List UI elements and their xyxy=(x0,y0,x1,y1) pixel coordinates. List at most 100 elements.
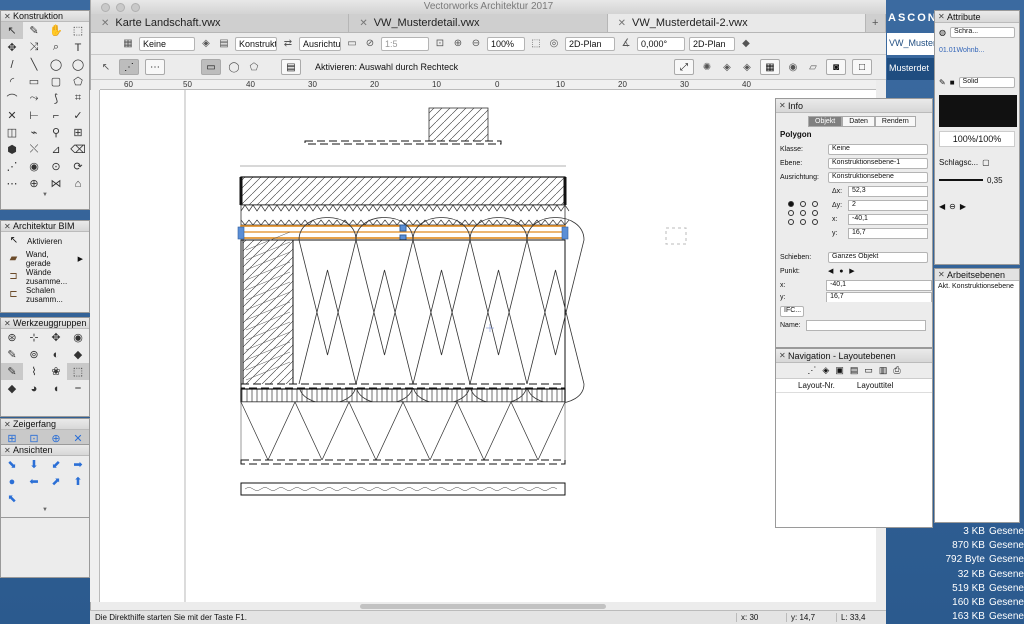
tab-vw-musterdetail[interactable]: ✕ VW_Musterdetail.vwx xyxy=(349,14,608,32)
trim-tool-icon[interactable]: ⊿ xyxy=(45,141,67,158)
reference-point-grid[interactable] xyxy=(788,201,821,225)
bim-tool-aktivieren[interactable]: ↖ Aktivieren xyxy=(1,232,89,250)
tab-objekt[interactable]: Objekt xyxy=(808,116,843,127)
snap-tool-icon[interactable]: ⊕ xyxy=(23,175,45,192)
close-icon[interactable]: ✕ xyxy=(4,419,11,430)
fasteners-group-icon[interactable]: ⬚ xyxy=(67,363,89,380)
zoom-in-icon[interactable]: ⊕ xyxy=(451,37,465,51)
pan-tool-icon[interactable]: ✋ xyxy=(45,22,67,39)
multi-select-mode-button[interactable]: ⋯ xyxy=(145,59,165,75)
file-row[interactable]: 163 KB Gesene xyxy=(936,611,1024,624)
white-square-icon[interactable]: □ xyxy=(852,59,872,75)
offset-tool-icon[interactable]: ⊞ xyxy=(67,124,89,141)
layer-icon[interactable]: ◈ xyxy=(199,37,213,51)
close-icon[interactable]: ✕ xyxy=(4,221,11,232)
x-field[interactable]: -40,1 xyxy=(848,213,928,225)
locus-tool-icon[interactable]: ⚲ xyxy=(45,124,67,141)
fillet-tool-icon[interactable]: ◫ xyxy=(1,124,23,141)
info-palette-title[interactable]: ✕ Info xyxy=(776,99,932,113)
render-icon[interactable]: ◆ xyxy=(739,37,753,51)
landscape-group-icon[interactable]: ❀ xyxy=(45,363,67,380)
class-select[interactable]: Keine xyxy=(139,36,195,51)
point-x-field[interactable]: -40,1 xyxy=(826,279,932,291)
bim-tool-schalen-zusammen[interactable]: ⊏ Schalen zusamm... xyxy=(1,286,89,304)
line-tool-icon[interactable]: / xyxy=(1,56,23,73)
polygon-tool-icon[interactable]: ⬠ xyxy=(67,73,89,90)
text-tool-icon[interactable]: T xyxy=(67,39,89,56)
rounded-rect-tool-icon[interactable]: ▢ xyxy=(45,73,67,90)
konstruktion-palette-title[interactable]: ✕ Konstruktion xyxy=(1,11,89,22)
visualization-group-icon[interactable]: ⊹ xyxy=(23,329,45,346)
camera-icon[interactable]: ◙ xyxy=(826,59,846,75)
finder-item-vw-muster[interactable]: VW_Muster xyxy=(887,33,935,55)
views-icon[interactable]: ▭ xyxy=(864,365,873,376)
navigation-palette-title[interactable]: ✕ Navigation - Layoutebenen xyxy=(776,349,932,363)
hatch-tool-icon[interactable]: ✓ xyxy=(67,107,89,124)
dims-group-icon[interactable]: ⊛ xyxy=(1,329,23,346)
file-row[interactable]: 519 KB Gesene xyxy=(936,583,1024,597)
file-row[interactable]: 3 KB Gesene xyxy=(936,526,1024,540)
y-field[interactable]: 16,7 xyxy=(848,227,928,239)
rectangle-tool-icon[interactable]: ▭ xyxy=(23,73,45,90)
finder-item-musterdetail[interactable]: Musterdet xyxy=(887,58,935,80)
split-tool-icon[interactable]: ⤬ xyxy=(23,141,45,158)
palette-collapse-icon[interactable]: ▼ xyxy=(1,192,89,199)
file-row[interactable]: 160 KB Gesene xyxy=(936,597,1024,611)
orientation-icon[interactable]: ⇄ xyxy=(281,37,295,51)
page-icon[interactable]: ▭ xyxy=(345,37,359,51)
bim-tool-wand-gerade[interactable]: ▰ Wand, gerade ▶ xyxy=(1,250,89,268)
view-top-icon[interactable]: ● xyxy=(1,473,23,490)
rectangle-select-mode-button[interactable]: ▭ xyxy=(201,59,221,75)
class-visibility-icon[interactable]: ◈ xyxy=(740,60,754,74)
align-tool-icon[interactable]: ⋯ xyxy=(1,175,23,192)
start-marker-icon[interactable]: ◀ xyxy=(939,202,945,211)
view-back-icon[interactable]: ⬆ xyxy=(67,473,89,490)
eraser-tool-icon[interactable]: ⌫ xyxy=(67,141,89,158)
lighting-group-icon[interactable]: ◕ xyxy=(23,380,45,397)
col-layout-nr[interactable]: Layout-Nr. xyxy=(776,381,835,390)
zoom-tool-icon[interactable]: ⌕ xyxy=(45,39,67,56)
oval-tool-icon[interactable]: ◯ xyxy=(67,56,89,73)
building-shell-group-icon[interactable]: ◉ xyxy=(67,329,89,346)
opacity-field[interactable]: 100%/100% xyxy=(939,131,1015,147)
tab-karte-landschaft[interactable]: ✕ Karte Landschaft.vwx xyxy=(91,14,350,32)
drawing-canvas[interactable] xyxy=(100,90,876,602)
view-front-icon[interactable]: ⬇ xyxy=(23,456,45,473)
hatch-name-link[interactable]: 01.01Wohnb... xyxy=(939,47,984,54)
view-select[interactable]: 2D-Plan xyxy=(565,36,615,51)
gear-icon[interactable]: ✺ xyxy=(700,60,714,74)
bim-palette-title[interactable]: ✕ Architektur BIM xyxy=(1,221,89,232)
line-weight-value[interactable]: 0,35 xyxy=(987,176,1003,185)
circle-tool-icon[interactable]: ◯ xyxy=(45,56,67,73)
lasso-mode-icon[interactable]: ◯ xyxy=(227,60,241,74)
space-group-icon[interactable]: ◐ xyxy=(45,346,67,363)
scale-icon[interactable]: ⊘ xyxy=(363,37,377,51)
dimension-tool-icon[interactable]: ✕ xyxy=(1,107,23,124)
zoom-select[interactable]: 100% xyxy=(487,36,525,51)
ansichten-palette-title[interactable]: ✕ Ansichten xyxy=(1,445,89,456)
pointer-mode-icon[interactable]: ↖ xyxy=(99,60,113,74)
folder-icon[interactable]: ▱ xyxy=(806,60,820,74)
pen-color-swatch[interactable]: ■ xyxy=(950,78,955,87)
working-plane-item[interactable]: Akt. Konstruktionsebene xyxy=(935,281,1019,292)
angle-dim-tool-icon[interactable]: ⌐ xyxy=(45,107,67,124)
orientation-select[interactable]: Ausrichtun... xyxy=(299,36,341,51)
render-select[interactable]: 2D-Plan xyxy=(689,36,735,51)
file-row[interactable]: 870 KB Gesene xyxy=(936,540,1024,554)
site-group-icon[interactable]: ◆ xyxy=(1,380,23,397)
ebene-select[interactable]: Konstruktionsebene-1 xyxy=(828,157,928,169)
close-icon[interactable]: ✕ xyxy=(4,11,11,22)
fill-style-select[interactable]: Schra... xyxy=(949,26,1015,38)
werkzeuggruppen-palette-title[interactable]: ✕ Werkzeuggruppen xyxy=(1,318,89,329)
layer-options-icon[interactable]: ▤ xyxy=(217,37,231,51)
detail-group-icon[interactable]: ✥ xyxy=(45,329,67,346)
symbols-icon[interactable]: ⎙ xyxy=(893,365,900,376)
zeigerfang-palette-title[interactable]: ✕ Zeigerfang xyxy=(1,419,89,430)
tool-settings-button[interactable]: ▤ xyxy=(281,59,301,75)
furniture-group-icon[interactable]: ⊚ xyxy=(23,346,45,363)
tab-rendern[interactable]: Rendern xyxy=(874,116,916,127)
close-tab-icon[interactable]: ✕ xyxy=(618,18,626,29)
shadow-toggle[interactable]: ▢ xyxy=(982,158,990,167)
annotation-group-icon[interactable]: ✎ xyxy=(1,346,23,363)
reshape-tool-icon[interactable]: ✎ xyxy=(23,22,45,39)
